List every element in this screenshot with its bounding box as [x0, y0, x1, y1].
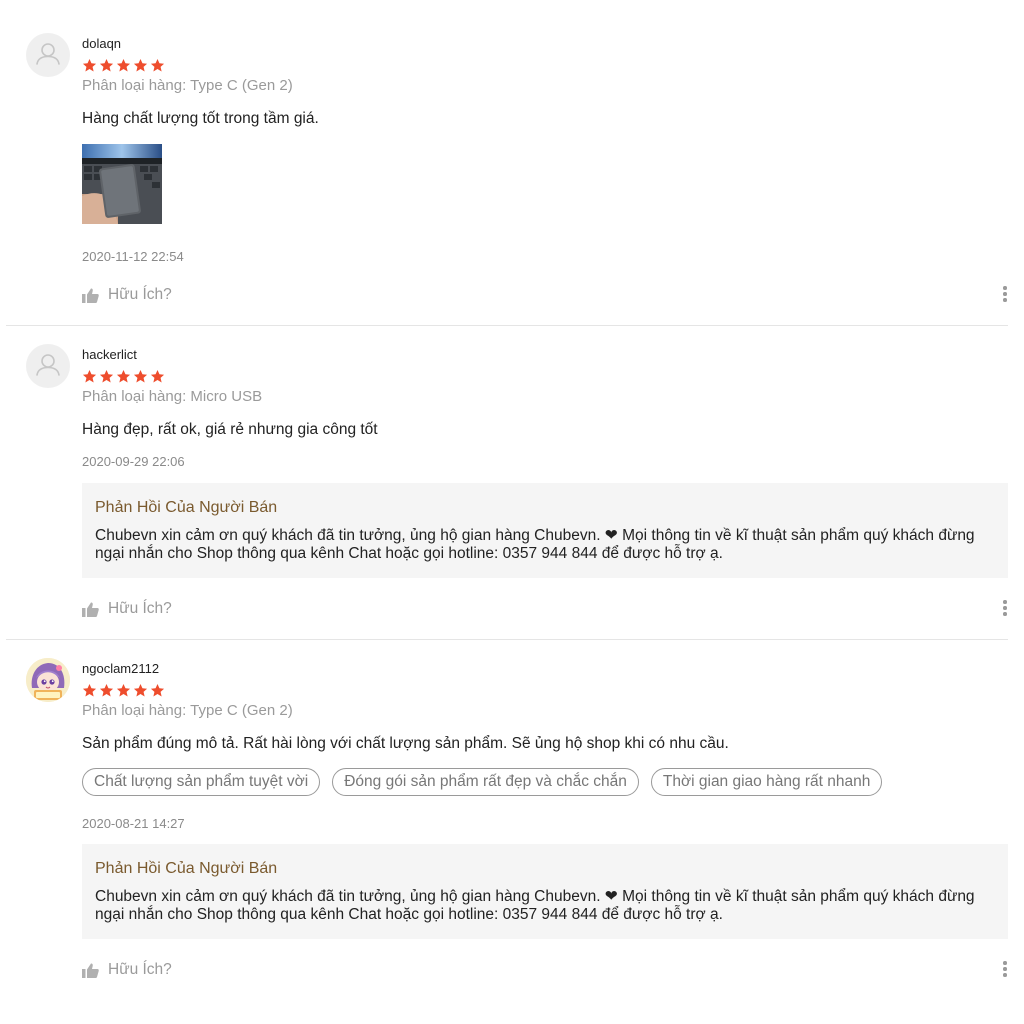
seller-reply-text: Chubevn xin cảm ơn quý khách đã tin tưởn…: [95, 527, 975, 562]
thumbs-up-icon: [82, 602, 99, 617]
star-icon: [150, 683, 165, 697]
star-icon: [82, 369, 97, 383]
review-timestamp: 2020-08-21 14:27: [82, 816, 185, 831]
star-icon: [116, 58, 131, 72]
review-timestamp: 2020-09-29 22:06: [82, 454, 185, 469]
review-photo[interactable]: [82, 144, 162, 224]
thumbs-up-icon: [82, 288, 99, 303]
star-icon: [99, 369, 114, 383]
star-icon: [82, 683, 97, 697]
review-username[interactable]: hackerlict: [82, 347, 137, 362]
seller-reply-title: Phản Hồi Của Người Bán: [95, 499, 278, 516]
rating-stars: [82, 683, 165, 699]
rating-stars: [82, 58, 165, 74]
helpful-button[interactable]: Hữu Ích?: [82, 960, 172, 980]
review-timestamp: 2020-11-12 22:54: [82, 249, 184, 264]
review-tag[interactable]: Chất lượng sản phẩm tuyệt vời: [82, 768, 321, 796]
review-comment: Hàng chất lượng tốt trong tầm giá.: [82, 110, 319, 127]
review-tag[interactable]: Thời gian giao hàng rất nhanh: [650, 768, 883, 796]
thumbs-up-icon: [82, 963, 99, 978]
helpful-label: Hữu Ích?: [108, 286, 172, 303]
review-variation: Phân loại hàng: Type C (Gen 2): [82, 77, 293, 94]
helpful-label: Hữu Ích?: [108, 600, 172, 617]
seller-reply-title: Phản Hồi Của Người Bán: [95, 860, 278, 877]
avatar[interactable]: [26, 344, 70, 388]
review-comment: Sản phẩm đúng mô tả. Rất hài lòng với ch…: [82, 735, 729, 752]
rating-stars: [82, 369, 165, 385]
avatar[interactable]: [26, 33, 70, 77]
review-variation: Phân loại hàng: Micro USB: [82, 388, 263, 405]
star-icon: [133, 683, 148, 697]
seller-reply: Phản Hồi Của Người Bán Chubevn xin cảm ơ…: [82, 483, 1008, 578]
helpful-button[interactable]: Hữu Ích?: [82, 599, 172, 619]
review-tags: Chất lượng sản phẩm tuyệt vời Đóng gói s…: [82, 768, 883, 796]
star-icon: [82, 58, 97, 72]
review-variation: Phân loại hàng: Type C (Gen 2): [82, 702, 293, 719]
review-item: dolaqn Phân loại hàng: Type C (Gen 2) Hà…: [0, 0, 1024, 325]
seller-reply-text: Chubevn xin cảm ơn quý khách đã tin tưởn…: [95, 888, 975, 923]
review-username[interactable]: ngoclam2112: [82, 661, 159, 676]
star-icon: [99, 683, 114, 697]
review-item: ngoclam2112 Phân loại hàng: Type C (Gen …: [0, 640, 1024, 1024]
helpful-label: Hữu Ích?: [108, 961, 172, 978]
star-icon: [99, 58, 114, 72]
user-avatar-image: [26, 658, 70, 702]
star-icon: [150, 58, 165, 72]
more-vertical-icon: [1001, 961, 1009, 977]
more-options-button[interactable]: [1001, 600, 1009, 620]
helpful-button[interactable]: Hữu Ích?: [82, 285, 172, 305]
review-comment: Hàng đẹp, rất ok, giá rẻ nhưng gia công …: [82, 421, 378, 438]
star-icon: [133, 369, 148, 383]
star-icon: [116, 369, 131, 383]
more-options-button[interactable]: [1001, 961, 1009, 981]
review-item: hackerlict Phân loại hàng: Micro USB Hàn…: [0, 326, 1024, 639]
more-vertical-icon: [1001, 286, 1009, 302]
more-options-button[interactable]: [1001, 286, 1009, 306]
star-icon: [150, 369, 165, 383]
default-avatar-icon: [36, 354, 60, 376]
default-avatar-icon: [36, 43, 60, 65]
avatar[interactable]: [26, 658, 70, 702]
review-username[interactable]: dolaqn: [82, 36, 121, 51]
star-icon: [116, 683, 131, 697]
review-tag[interactable]: Đóng gói sản phẩm rất đẹp và chắc chắn: [332, 768, 639, 796]
more-vertical-icon: [1001, 600, 1009, 616]
seller-reply: Phản Hồi Của Người Bán Chubevn xin cảm ơ…: [82, 844, 1008, 939]
star-icon: [133, 58, 148, 72]
